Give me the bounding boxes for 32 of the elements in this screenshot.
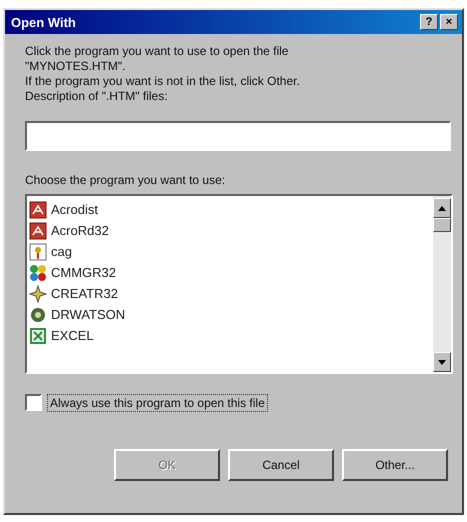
checkbox[interactable]	[25, 394, 42, 411]
instruction-text: If the program you want is not in the list, click Other.	[25, 74, 301, 89]
program-item[interactable]: CMMGR32	[27, 262, 433, 283]
up-arrow-icon	[438, 206, 446, 210]
dialog-button[interactable]: Other...	[342, 449, 448, 481]
network-icon	[29, 264, 47, 282]
window-title: Open With	[11, 14, 76, 30]
scroll-down-button[interactable]	[433, 352, 451, 372]
close-button[interactable]: ×	[440, 14, 458, 30]
description-field[interactable]	[25, 121, 451, 151]
down-arrow-icon	[438, 360, 446, 364]
program-item[interactable]: DRWATSON	[27, 304, 433, 325]
program-item[interactable]: AcroRd32	[27, 220, 433, 241]
scroll-thumb[interactable]	[433, 218, 451, 232]
field-label: Description of ".HTM" files:	[25, 89, 169, 104]
gear-icon	[29, 306, 47, 324]
document-icon	[29, 222, 47, 240]
scrollbar[interactable]	[433, 196, 451, 372]
program-item[interactable]: Acrodist	[27, 199, 433, 220]
dialog-button[interactable]: Cancel	[228, 449, 334, 481]
scroll-up-button[interactable]	[433, 198, 451, 218]
clipart-icon	[29, 242, 47, 260]
program-item[interactable]: cag	[27, 241, 433, 262]
document-icon	[29, 200, 47, 218]
checkbox-label[interactable]: Always use this program to open this file	[48, 394, 267, 410]
sparkle-icon	[29, 284, 47, 302]
program-item[interactable]: CREATR32	[27, 283, 433, 304]
help-button[interactable]: ?	[420, 14, 438, 30]
instruction-text: Click the program you want to use to open the file "MYNOTES.HTM".	[25, 44, 290, 74]
spreadsheet-icon	[29, 326, 47, 344]
list-label: Choose the program you want to use:	[25, 173, 226, 188]
program-item[interactable]: EXCEL	[27, 325, 433, 346]
